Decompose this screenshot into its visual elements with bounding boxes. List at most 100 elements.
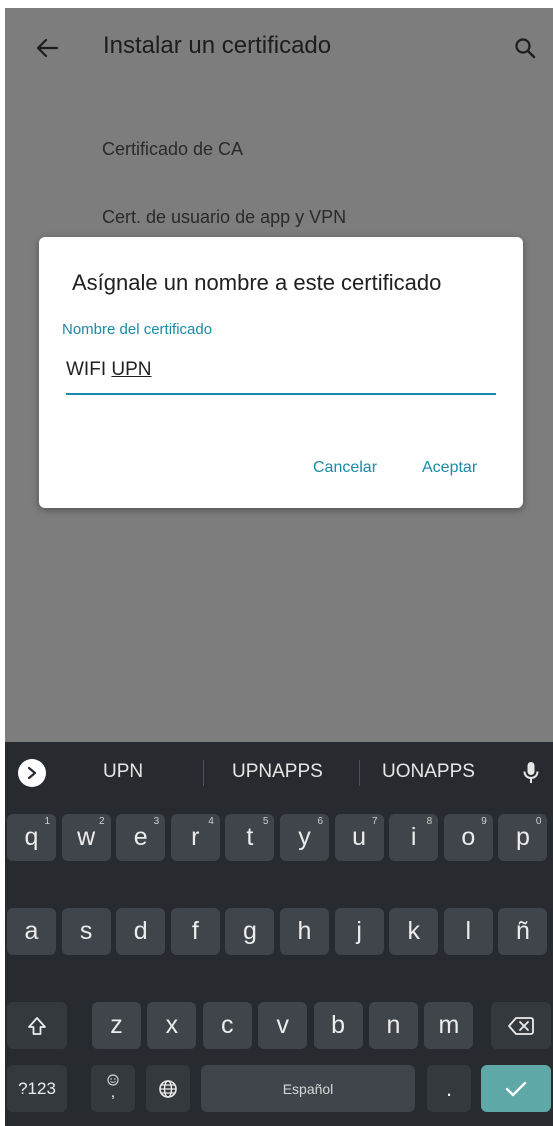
key-label: m (438, 1011, 460, 1039)
key-u[interactable]: u7 (334, 814, 384, 861)
enter-key[interactable] (481, 1065, 551, 1112)
numbers-key[interactable]: ?123 (7, 1065, 67, 1112)
key-label: r (191, 823, 200, 851)
app-bar: Instalar un certificado (5, 8, 553, 88)
suggestion-1[interactable]: UPN (103, 761, 143, 783)
key-number-hint: 7 (372, 816, 378, 827)
key-l[interactable]: l (443, 908, 493, 955)
name-certificate-dialog: Asígnale un nombre a este certificado No… (39, 237, 523, 508)
key-d[interactable]: d (116, 908, 166, 955)
comma-label: , (110, 1083, 116, 1101)
certificate-name-label: Nombre del certificado (62, 321, 213, 338)
key-m[interactable]: m (424, 1002, 474, 1049)
input-text: WIFI (66, 359, 112, 380)
key-x[interactable]: x (147, 1002, 197, 1049)
key-w[interactable]: w2 (61, 814, 111, 861)
voice-input-button[interactable] (518, 757, 544, 789)
microphone-icon (523, 762, 539, 783)
settings-item-ca-certificate[interactable]: Certificado de CA (102, 139, 243, 160)
key-label: c (221, 1011, 234, 1039)
key-label: a (24, 917, 39, 945)
key-label: d (133, 917, 148, 945)
key-label: e (133, 823, 148, 851)
settings-item-user-certificate[interactable]: Cert. de usuario de app y VPN (102, 207, 346, 228)
dialog-title: Asígnale un nombre a este certificado (72, 270, 442, 295)
key-t[interactable]: t5 (225, 814, 275, 861)
key-label: s (79, 917, 93, 945)
search-icon (515, 38, 536, 59)
back-button[interactable] (27, 28, 67, 68)
key-ñ[interactable]: ñ (498, 908, 548, 955)
key-label: i (410, 823, 417, 851)
key-j[interactable]: j (334, 908, 384, 955)
key-number-hint: 9 (481, 816, 487, 827)
key-y[interactable]: y6 (280, 814, 329, 861)
key-n[interactable]: n (369, 1002, 418, 1049)
key-e[interactable]: e3 (116, 814, 166, 861)
suggestion-3[interactable]: UONAPPS (382, 761, 475, 783)
backspace-key[interactable] (491, 1002, 551, 1049)
key-label: z (110, 1011, 123, 1039)
suggestion-divider (359, 760, 360, 786)
screen: Instalar un certificado Certificado de C… (5, 0, 553, 1126)
key-number-hint: 2 (99, 816, 105, 827)
keyboard: UPN UPNAPPS UONAPPS q1w2e3r4t5y6u7i8o9p0… (5, 742, 553, 1126)
key-label: b (331, 1011, 346, 1039)
key-label: o (461, 823, 476, 851)
period-key[interactable]: . (427, 1065, 471, 1112)
suggestion-divider (203, 760, 204, 786)
key-label: f (191, 917, 199, 945)
accept-button[interactable]: Aceptar (422, 459, 477, 477)
language-key[interactable] (146, 1065, 190, 1112)
key-label: n (386, 1011, 401, 1039)
arrow-left-icon (36, 38, 58, 58)
key-label: ñ (515, 917, 530, 945)
shift-icon (28, 1016, 46, 1035)
key-c[interactable]: c (202, 1002, 252, 1049)
key-g[interactable]: g (225, 908, 275, 955)
key-k[interactable]: k (389, 908, 439, 955)
key-label: w (77, 823, 96, 851)
key-number-hint: 6 (317, 816, 323, 827)
key-label: h (297, 917, 312, 945)
globe-icon (159, 1079, 177, 1098)
composing-word: UPN (111, 359, 152, 380)
key-label: l (465, 917, 472, 945)
key-z[interactable]: z (92, 1002, 141, 1049)
search-button[interactable] (505, 28, 545, 68)
emoji-comma-key[interactable]: , (91, 1065, 135, 1112)
key-a[interactable]: a (7, 908, 56, 955)
chevron-right-icon (27, 766, 37, 780)
key-label: g (242, 917, 257, 945)
key-o[interactable]: o9 (443, 814, 493, 861)
key-f[interactable]: f (170, 908, 220, 955)
key-label: v (276, 1011, 289, 1039)
key-label: p (515, 823, 530, 851)
suggestion-2[interactable]: UPNAPPS (232, 761, 323, 783)
key-number-hint: 3 (153, 816, 160, 827)
key-v[interactable]: v (258, 1002, 308, 1049)
key-b[interactable]: b (313, 1002, 363, 1049)
key-label: k (407, 917, 420, 945)
key-r[interactable]: r4 (170, 814, 220, 861)
suggestion-bar: UPN UPNAPPS UONAPPS (5, 742, 553, 804)
key-number-hint: 4 (208, 816, 214, 827)
key-p[interactable]: p0 (498, 814, 548, 861)
cancel-button[interactable]: Cancelar (313, 459, 377, 477)
key-label: x (165, 1011, 179, 1039)
checkmark-icon (505, 1081, 527, 1096)
page-title: Instalar un certificado (103, 32, 332, 59)
certificate-name-input[interactable]: WIFI UPN (66, 355, 496, 395)
shift-key[interactable] (7, 1002, 67, 1049)
key-h[interactable]: h (280, 908, 329, 955)
status-strip (5, 0, 553, 8)
key-label: y (298, 823, 311, 851)
key-label: u (352, 823, 367, 851)
expand-toolbar-button[interactable] (18, 759, 46, 787)
key-s[interactable]: s (61, 908, 111, 955)
key-q[interactable]: q1 (7, 814, 56, 861)
key-i[interactable]: i8 (389, 814, 439, 861)
space-key[interactable]: Español (201, 1065, 415, 1112)
key-label: j (356, 917, 362, 945)
key-number-hint: 8 (426, 816, 433, 827)
